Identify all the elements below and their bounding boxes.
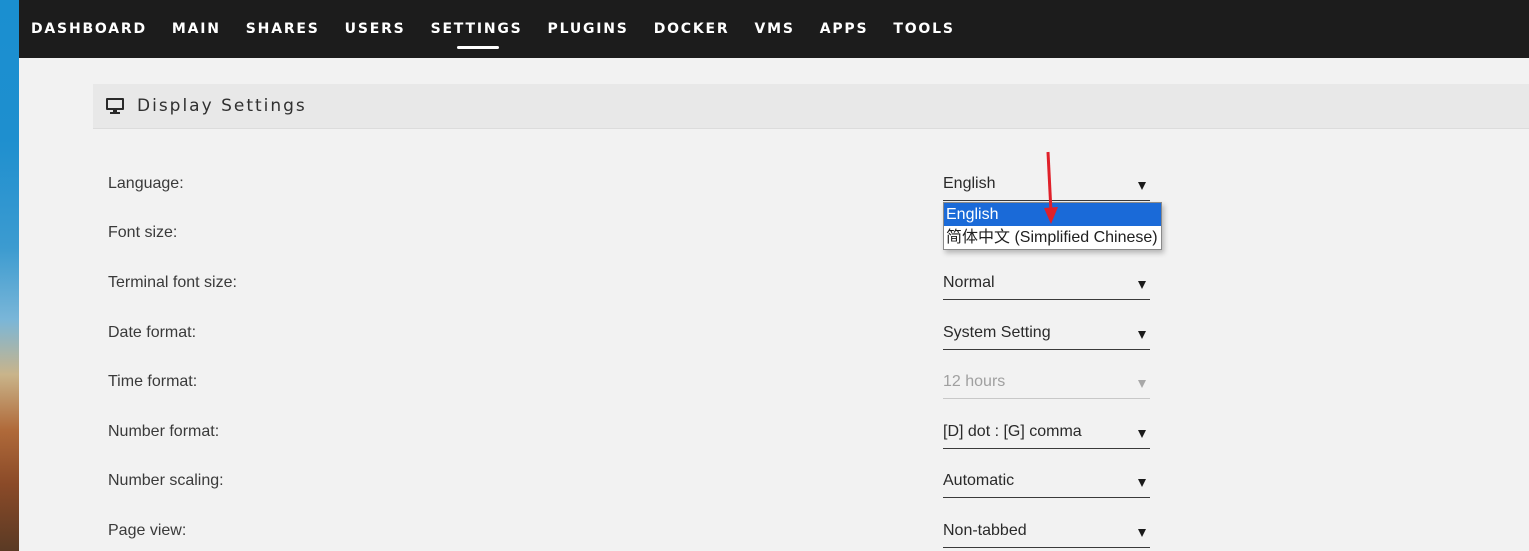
nav-main[interactable]: MAIN (172, 21, 221, 37)
nav-tools[interactable]: TOOLS (893, 21, 954, 37)
page-view-select[interactable]: Non-tabbed (943, 518, 1150, 548)
date-format-value: System Setting (943, 324, 1051, 341)
number-format-select[interactable]: [D] dot : [G] comma (943, 419, 1150, 449)
nav-plugins[interactable]: PLUGINS (548, 21, 629, 37)
caret-down-icon (1138, 281, 1146, 289)
language-option-english[interactable]: English (944, 203, 1161, 226)
nav-shares[interactable]: SHARES (246, 21, 320, 37)
date-format-select[interactable]: System Setting (943, 320, 1150, 350)
date-format-label: Date format: (108, 324, 197, 341)
font-size-label: Font size: (108, 224, 178, 241)
monitor-icon (106, 98, 124, 114)
number-scaling-label: Number scaling: (108, 472, 224, 489)
time-format-value: 12 hours (943, 373, 1006, 390)
terminal-font-size-value: Normal (943, 274, 995, 291)
time-format-label: Time format: (108, 373, 198, 390)
section-title: Display Settings (137, 96, 307, 116)
terminal-font-size-select[interactable]: Normal (943, 270, 1150, 300)
caret-down-icon (1138, 529, 1146, 537)
language-option-simplified-chinese[interactable]: 简体中文 (Simplified Chinese) (944, 226, 1161, 249)
setting-row-number-scaling: Number scaling: Automatic (0, 468, 1529, 498)
page-view-value: Non-tabbed (943, 522, 1027, 539)
top-navigation: DASHBOARD MAIN SHARES USERS SETTINGS PLU… (19, 0, 1529, 58)
page-view-label: Page view: (108, 522, 187, 539)
language-dropdown-list: English 简体中文 (Simplified Chinese) (943, 202, 1162, 250)
number-scaling-select[interactable]: Automatic (943, 468, 1150, 498)
nav-dashboard[interactable]: DASHBOARD (31, 21, 147, 37)
time-format-select: 12 hours (943, 369, 1150, 399)
caret-down-icon (1138, 331, 1146, 339)
setting-row-terminal-font-size: Terminal font size: Normal (0, 270, 1529, 300)
language-select[interactable]: English (943, 171, 1150, 201)
caret-down-icon (1138, 479, 1146, 487)
setting-row-number-format: Number format: [D] dot : [G] comma (0, 419, 1529, 449)
language-label: Language: (108, 175, 184, 192)
setting-row-page-view: Page view: Non-tabbed (0, 518, 1529, 548)
language-value: English (943, 175, 996, 192)
terminal-font-size-label: Terminal font size: (108, 274, 237, 291)
caret-down-icon (1138, 380, 1146, 388)
setting-row-time-format: Time format: 12 hours (0, 369, 1529, 399)
setting-row-date-format: Date format: System Setting (0, 320, 1529, 350)
nav-vms[interactable]: VMS (754, 21, 794, 37)
setting-row-language: Language: English (0, 171, 1529, 201)
nav-settings[interactable]: SETTINGS (431, 21, 523, 49)
caret-down-icon (1138, 182, 1146, 190)
caret-down-icon (1138, 430, 1146, 438)
number-scaling-value: Automatic (943, 472, 1015, 489)
nav-users[interactable]: USERS (345, 21, 406, 37)
section-header: Display Settings (93, 84, 1529, 129)
number-format-label: Number format: (108, 423, 220, 440)
nav-docker[interactable]: DOCKER (654, 21, 730, 37)
number-format-value: [D] dot : [G] comma (943, 423, 1082, 440)
setting-row-font-size: Font size: (0, 220, 1529, 250)
nav-apps[interactable]: APPS (820, 21, 869, 37)
